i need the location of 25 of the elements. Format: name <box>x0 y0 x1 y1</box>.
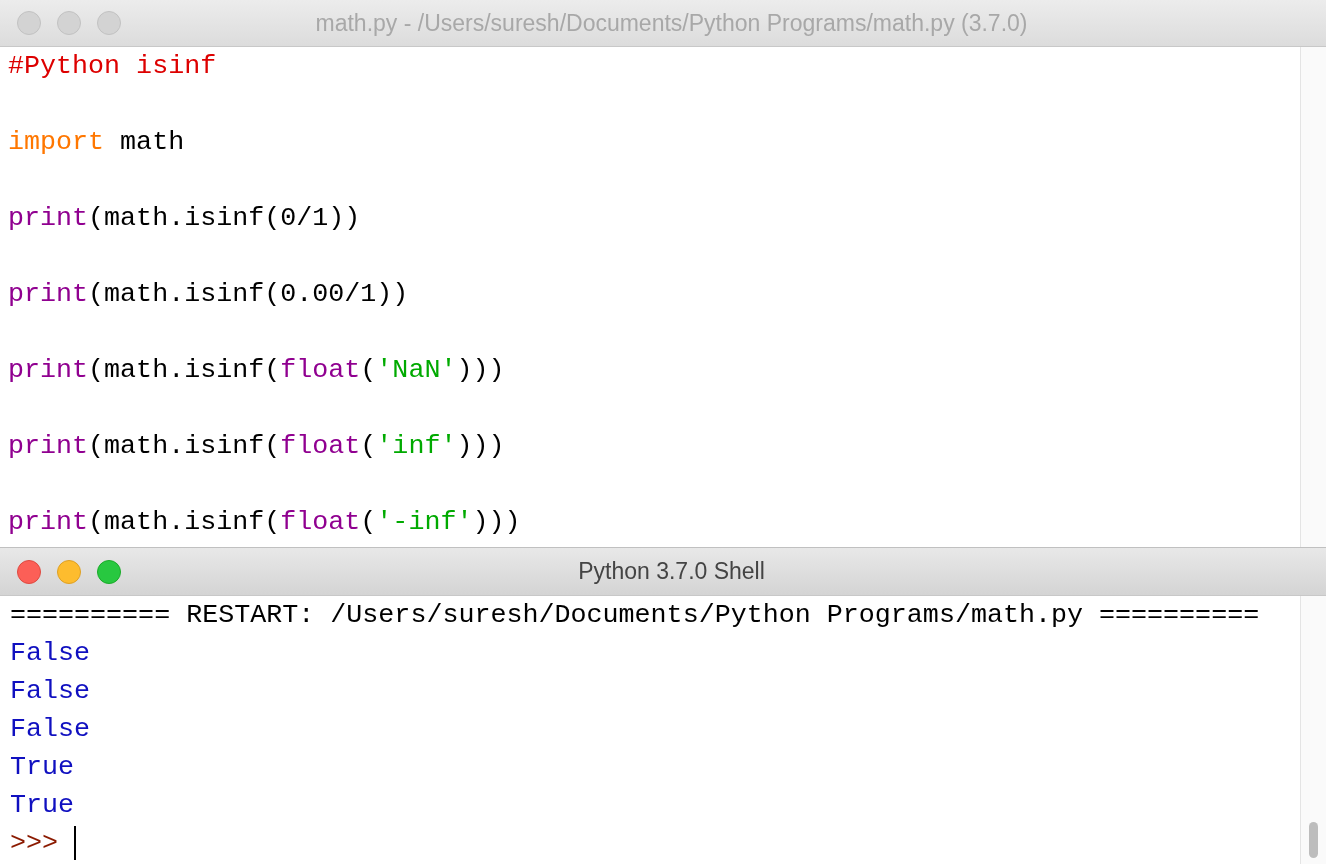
window-minimize-button[interactable] <box>57 559 81 584</box>
window-close-button[interactable] <box>17 559 41 584</box>
code-line: #Python isinf <box>8 50 217 83</box>
window-minimize-button[interactable] <box>57 11 81 35</box>
window-zoom-button[interactable] <box>97 11 121 35</box>
code-line: import math <box>8 126 185 159</box>
output-line: False <box>10 675 91 708</box>
code-line: print(math.isinf(0.00/1)) <box>8 278 409 311</box>
output-line: True <box>10 789 75 822</box>
output-line: False <box>10 637 91 670</box>
scrollbar-thumb[interactable] <box>1309 822 1318 858</box>
code-line: print(math.isinf(0/1)) <box>8 202 361 235</box>
code-line: print(math.isinf(float('NaN'))) <box>8 354 505 387</box>
code-line: print(math.isinf(float('-inf'))) <box>8 506 521 539</box>
window-close-button[interactable] <box>17 11 41 35</box>
shell-prompt: >>> <box>10 827 59 860</box>
text-cursor <box>74 826 77 860</box>
window-title: Python 3.7.0 Shell <box>577 558 766 585</box>
scrollbar-track[interactable] <box>1300 47 1326 547</box>
output-line: True <box>10 751 75 784</box>
window-title: math.py - /Users/suresh/Documents/Python Programs/math.py (3.7.0) <box>314 9 1029 37</box>
window-zoom-button[interactable] <box>97 559 121 584</box>
output-line: False <box>10 713 91 746</box>
restart-message: ========== RESTART: /Users/suresh/Documents/Python Programs/math.py ========== <box>10 599 1260 632</box>
code-line: print(math.isinf(float('inf'))) <box>8 430 505 463</box>
